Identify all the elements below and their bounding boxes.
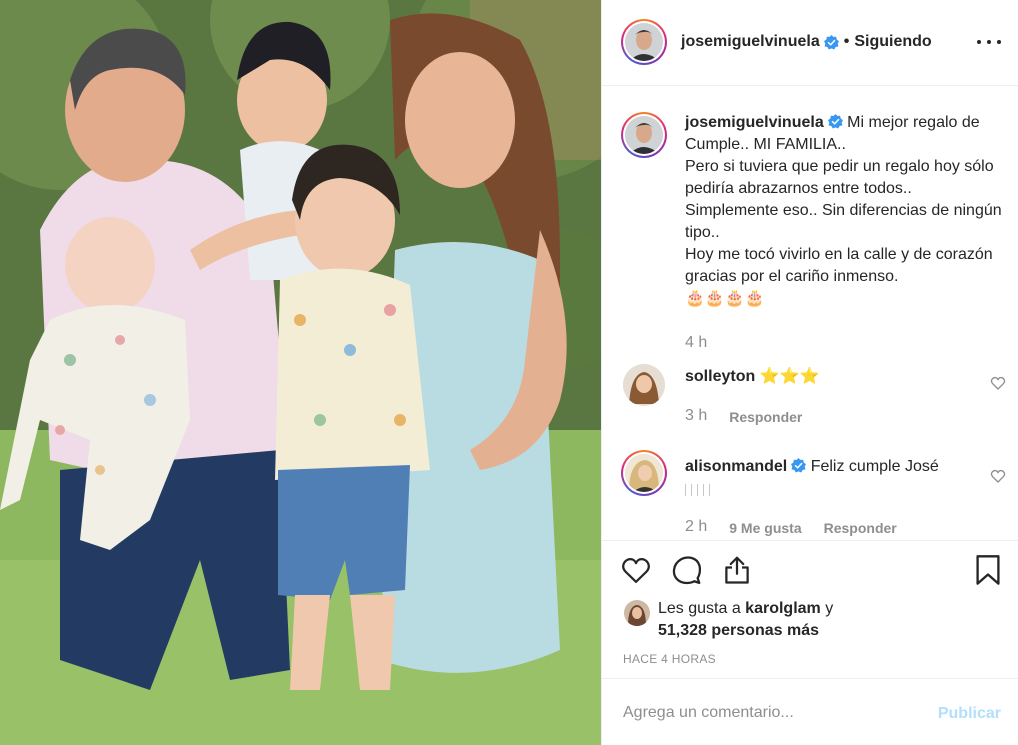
comment-username[interactable]: solleyton [685, 368, 755, 385]
bookmark-icon[interactable] [971, 553, 1005, 587]
post-actions: Les gusta a karolglam y 51,328 personas … [602, 540, 1018, 678]
comment-text: ⭐⭐⭐ [755, 368, 820, 385]
likes-summary[interactable]: Les gusta a karolglam y 51,328 personas … [624, 598, 833, 642]
likes-prefix: Les gusta a [658, 600, 746, 617]
caption-body: josemiguelvinuela Mi mejor regalo de Cum… [685, 112, 1005, 310]
more-options-icon[interactable] [977, 30, 1001, 54]
liker-username[interactable]: karolglam [745, 600, 821, 617]
author-name-row: josemiguelvinuela • Siguiendo [681, 33, 932, 51]
header-separator: • [843, 33, 850, 50]
author-username[interactable]: josemiguelvinuela [681, 33, 820, 51]
caption-author-avatar[interactable] [621, 112, 667, 158]
publish-button[interactable]: Publicar [938, 705, 1001, 723]
comment-bubble-icon[interactable] [670, 553, 704, 587]
author-avatar-image [625, 23, 663, 61]
likes-connector: y [820, 600, 834, 617]
commenter-avatar[interactable] [623, 364, 665, 406]
family-photo-illustration [0, 0, 601, 745]
comment-time[interactable]: 3 h [685, 407, 707, 425]
likes-count[interactable]: 51,328 personas más [658, 622, 819, 639]
reply-button[interactable]: Responder [729, 407, 802, 425]
comment-username[interactable]: alisonmandel [685, 458, 787, 475]
comment-meta: 2 h 9 Me gusta Responder [685, 518, 897, 536]
comment-meta: 3 h Responder [685, 407, 802, 425]
comment-heart-icon[interactable] [990, 468, 1006, 484]
post-side-panel: josemiguelvinuela • Siguiendo josemiguel… [601, 0, 1018, 745]
author-avatar[interactable] [621, 19, 667, 65]
caption-avatar-image [625, 116, 663, 154]
share-icon[interactable] [720, 553, 754, 587]
commenter-avatar-image [625, 454, 663, 492]
caption-username[interactable]: josemiguelvinuela [685, 114, 824, 131]
comment-body: alisonmandel Feliz cumple José [685, 456, 1005, 478]
comments-list[interactable]: josemiguelvinuela Mi mejor regalo de Cum… [602, 87, 1018, 539]
reply-button[interactable]: Responder [824, 518, 897, 536]
post-photo[interactable] [0, 0, 601, 745]
caption-meta: 4 h [685, 334, 707, 352]
emoji-placeholder-marks [685, 484, 725, 496]
comment-text: Feliz cumple José [806, 458, 939, 475]
heart-icon[interactable] [619, 553, 653, 587]
verified-badge-icon [827, 114, 843, 129]
comment-time[interactable]: 2 h [685, 518, 707, 536]
comment-input[interactable] [623, 699, 923, 727]
comment-likes-count[interactable]: 9 Me gusta [729, 518, 801, 536]
comment-heart-icon[interactable] [990, 375, 1006, 391]
caption-text: Mi mejor regalo de Cumple.. MI FAMILIA..… [685, 114, 1002, 307]
post-timestamp[interactable]: HACE 4 HORAS [623, 652, 716, 666]
following-button[interactable]: Siguiendo [854, 33, 931, 51]
liker-avatar[interactable] [624, 600, 650, 626]
post-header: josemiguelvinuela • Siguiendo [602, 0, 1018, 86]
commenter-avatar[interactable] [621, 450, 667, 496]
add-comment-bar: Publicar [602, 678, 1018, 745]
comment-body: solleyton ⭐⭐⭐ [685, 366, 1005, 388]
liker-avatar-image [624, 600, 650, 626]
likes-text: Les gusta a karolglam y 51,328 personas … [658, 598, 833, 642]
caption-time[interactable]: 4 h [685, 334, 707, 352]
commenter-avatar-image [623, 364, 665, 406]
verified-badge-icon [791, 458, 807, 473]
verified-badge-icon [823, 34, 839, 50]
